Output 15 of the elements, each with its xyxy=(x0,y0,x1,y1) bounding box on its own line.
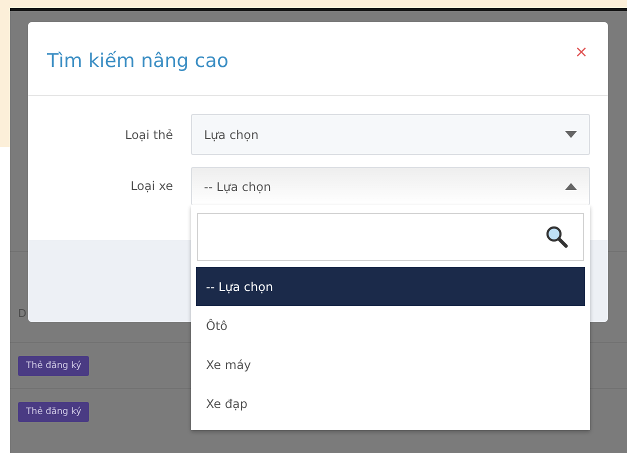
card-type-tag: Thẻ đăng ký xyxy=(18,356,90,376)
select-field[interactable]: Lựa chọn xyxy=(191,114,590,155)
caret-icon xyxy=(565,131,577,138)
search-icon xyxy=(545,225,569,249)
dropdown-option[interactable]: -- Lựa chọn xyxy=(196,267,585,306)
field-label: Loại thẻ xyxy=(124,128,173,142)
dropdown-option[interactable]: Ôtô xyxy=(196,306,585,345)
dropdown-option[interactable]: Xe đạp xyxy=(196,384,585,423)
modal-title: Tìm kiếm nâng cao xyxy=(47,50,228,72)
dropdown-option[interactable]: Xe máy xyxy=(196,345,585,384)
field-label: Loại xe xyxy=(130,179,173,193)
caret-icon xyxy=(565,183,577,190)
card-type-tag: Thẻ đăng ký xyxy=(18,402,90,422)
select-field[interactable]: -- Lựa chọn xyxy=(191,167,590,205)
search-field[interactable] xyxy=(197,213,584,261)
